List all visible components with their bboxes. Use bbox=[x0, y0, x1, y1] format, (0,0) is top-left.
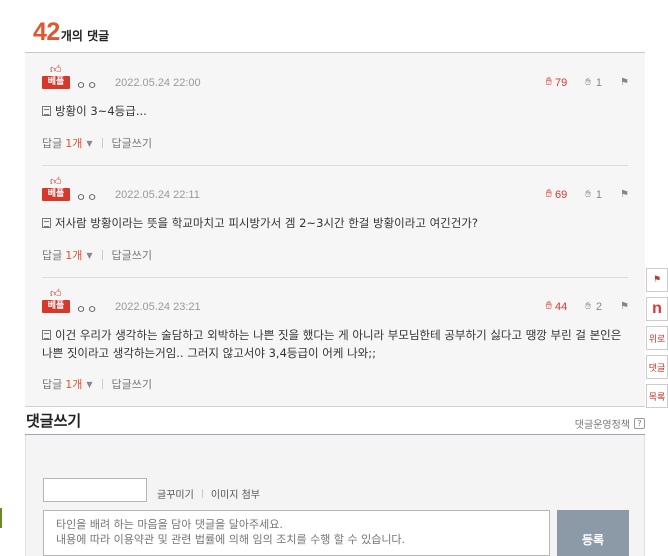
tools-separator bbox=[201, 489, 203, 498]
comment-author[interactable]: ㅇㅇ bbox=[76, 77, 98, 93]
decorate-text-button[interactable]: 글꾸미기 bbox=[157, 486, 194, 501]
document-icon bbox=[42, 218, 51, 228]
thumbs-up-badge-icon: 👍︎ bbox=[50, 63, 62, 76]
comment-item: 👍︎ 베플 ㅇㅇ 2022.05.24 22:11 ✋︎ 69 ✋︎ 1 ⚑ 저사람… bbox=[25, 165, 645, 277]
thumbs-up-icon: ✋︎ bbox=[545, 300, 552, 312]
dislike-button[interactable]: ✋︎ 1 bbox=[585, 77, 602, 89]
reply-count[interactable]: 1개 bbox=[65, 376, 82, 392]
comment-header: 42 개의 댓글 bbox=[33, 18, 109, 48]
thumbs-up-icon: ✋︎ bbox=[545, 188, 552, 200]
best-badge-label: 베플 bbox=[42, 76, 70, 89]
comment-date: 2022.05.24 22:00 bbox=[115, 77, 201, 89]
best-comments-list: 👍︎ 베플 ㅇㅇ 2022.05.24 22:00 ✋︎ 79 ✋︎ 1 ⚑ 방황이… bbox=[25, 53, 645, 407]
comment-actions: 답글 1개 ▼ 답글쓰기 bbox=[42, 247, 152, 263]
report-icon[interactable]: ⚑ bbox=[620, 77, 629, 88]
dislike-count: 2 bbox=[595, 300, 603, 313]
write-reply-button[interactable]: 답글쓰기 bbox=[112, 135, 152, 151]
action-separator bbox=[101, 138, 103, 148]
comment-votes: ✋︎ 69 ✋︎ 1 ⚑ bbox=[546, 188, 629, 201]
chevron-down-icon[interactable]: ▼ bbox=[86, 380, 92, 389]
submit-comment-button[interactable]: 등록 bbox=[557, 510, 629, 556]
comment-author[interactable]: ㅇㅇ bbox=[76, 189, 98, 205]
bookmark-icon[interactable]: ⚑ bbox=[646, 268, 668, 292]
dislike-count: 1 bbox=[595, 76, 603, 89]
best-badge-label: 베플 bbox=[42, 188, 70, 201]
reply-toggle-label[interactable]: 답글 bbox=[42, 247, 62, 263]
comment-date: 2022.05.24 22:11 bbox=[115, 189, 200, 201]
dislike-count: 1 bbox=[595, 188, 603, 201]
comment-divider bbox=[42, 165, 628, 166]
nickname-input[interactable] bbox=[43, 478, 147, 502]
comment-votes: ✋︎ 79 ✋︎ 1 ⚑ bbox=[546, 76, 629, 89]
left-edge-accent bbox=[0, 508, 2, 528]
help-icon[interactable]: ? bbox=[634, 418, 645, 429]
comment-body: 방황이 3~4등급... bbox=[55, 104, 147, 118]
document-icon bbox=[42, 106, 51, 116]
floating-side-toolbar: ⚑ n 위로 댓글 목록 bbox=[646, 268, 668, 413]
thumbs-up-icon: ✋︎ bbox=[545, 76, 552, 88]
like-button[interactable]: ✋︎ 69 bbox=[546, 188, 568, 201]
comment-body: 저사람 방황이라는 뜻을 학교마치고 피시방가서 겜 2~3시간 한걸 방황이라… bbox=[55, 216, 478, 230]
document-icon bbox=[42, 330, 51, 340]
like-count: 79 bbox=[554, 76, 568, 89]
like-count: 69 bbox=[554, 188, 568, 201]
thumbs-down-icon: ✋︎ bbox=[585, 77, 591, 88]
comment-date: 2022.05.24 23:21 bbox=[115, 301, 201, 313]
like-count: 44 bbox=[554, 300, 568, 313]
scroll-top-button[interactable]: 위로 bbox=[646, 326, 668, 350]
best-badge: 👍︎ 베플 bbox=[42, 288, 70, 314]
write-comment-title: 댓글쓰기 bbox=[26, 412, 82, 430]
best-badge: 👍︎ 베플 bbox=[42, 176, 70, 202]
thumbs-down-icon: ✋︎ bbox=[585, 301, 591, 312]
thumbs-down-icon: ✋︎ bbox=[585, 189, 591, 200]
dislike-button[interactable]: ✋︎ 2 bbox=[585, 301, 602, 313]
go-list-button[interactable]: 목록 bbox=[646, 384, 668, 408]
comment-count-label: 개의 댓글 bbox=[60, 29, 110, 43]
thumbs-up-badge-icon: 👍︎ bbox=[50, 175, 62, 188]
like-button[interactable]: ✋︎ 79 bbox=[546, 76, 568, 89]
action-separator bbox=[101, 250, 103, 260]
comment-body: 이건 우리가 생각하는 술담하고 외박하는 나쁜 짓을 했다는 게 아니라 부모… bbox=[42, 328, 622, 360]
comment-count: 42 bbox=[33, 18, 60, 46]
comment-author[interactable]: ㅇㅇ bbox=[76, 301, 98, 317]
comment-divider bbox=[42, 277, 628, 278]
editor-tools: 글꾸미기 이미지 첨부 bbox=[157, 486, 260, 501]
attach-image-button[interactable]: 이미지 첨부 bbox=[211, 486, 260, 501]
report-icon[interactable]: ⚑ bbox=[620, 189, 629, 200]
action-separator bbox=[101, 379, 103, 389]
write-reply-button[interactable]: 답글쓰기 bbox=[112, 247, 152, 263]
comment-policy-label[interactable]: 댓글운영정책 bbox=[575, 416, 630, 431]
reply-toggle-label[interactable]: 답글 bbox=[42, 135, 62, 151]
dislike-button[interactable]: ✋︎ 1 bbox=[585, 189, 602, 201]
best-badge: 👍︎ 베플 bbox=[42, 64, 70, 90]
reply-toggle-label[interactable]: 답글 bbox=[42, 376, 62, 392]
best-badge-label: 베플 bbox=[42, 300, 70, 313]
reply-count[interactable]: 1개 bbox=[65, 135, 82, 151]
reply-count[interactable]: 1개 bbox=[65, 247, 82, 263]
write-reply-button[interactable]: 답글쓰기 bbox=[112, 376, 152, 392]
comment-policy-link[interactable]: 댓글운영정책 ? bbox=[575, 416, 645, 431]
comment-text: 방황이 3~4등급... bbox=[42, 102, 632, 120]
comment-actions: 답글 1개 ▼ 답글쓰기 bbox=[42, 135, 152, 151]
chevron-down-icon[interactable]: ▼ bbox=[86, 139, 92, 148]
comment-write-form: 글꾸미기 이미지 첨부 등록 bbox=[25, 435, 645, 556]
thumbs-up-badge-icon: 👍︎ bbox=[50, 287, 62, 300]
comment-text: 이건 우리가 생각하는 술담하고 외박하는 나쁜 짓을 했다는 게 아니라 부모… bbox=[42, 326, 632, 362]
comment-item: 👍︎ 베플 ㅇㅇ 2022.05.24 23:21 ✋︎ 44 ✋︎ 2 ⚑ 이건 … bbox=[25, 277, 645, 407]
comment-votes: ✋︎ 44 ✋︎ 2 ⚑ bbox=[546, 300, 629, 313]
comment-item: 👍︎ 베플 ㅇㅇ 2022.05.24 22:00 ✋︎ 79 ✋︎ 1 ⚑ 방황이… bbox=[25, 53, 645, 165]
naver-share-icon[interactable]: n bbox=[646, 297, 668, 321]
like-button[interactable]: ✋︎ 44 bbox=[546, 300, 568, 313]
go-comments-button[interactable]: 댓글 bbox=[646, 355, 668, 379]
chevron-down-icon[interactable]: ▼ bbox=[86, 251, 92, 260]
comment-actions: 답글 1개 ▼ 답글쓰기 bbox=[42, 376, 152, 392]
comment-textarea[interactable] bbox=[43, 510, 550, 556]
report-icon[interactable]: ⚑ bbox=[620, 301, 629, 312]
comment-text: 저사람 방황이라는 뜻을 학교마치고 피시방가서 겜 2~3시간 한걸 방황이라… bbox=[42, 214, 632, 232]
